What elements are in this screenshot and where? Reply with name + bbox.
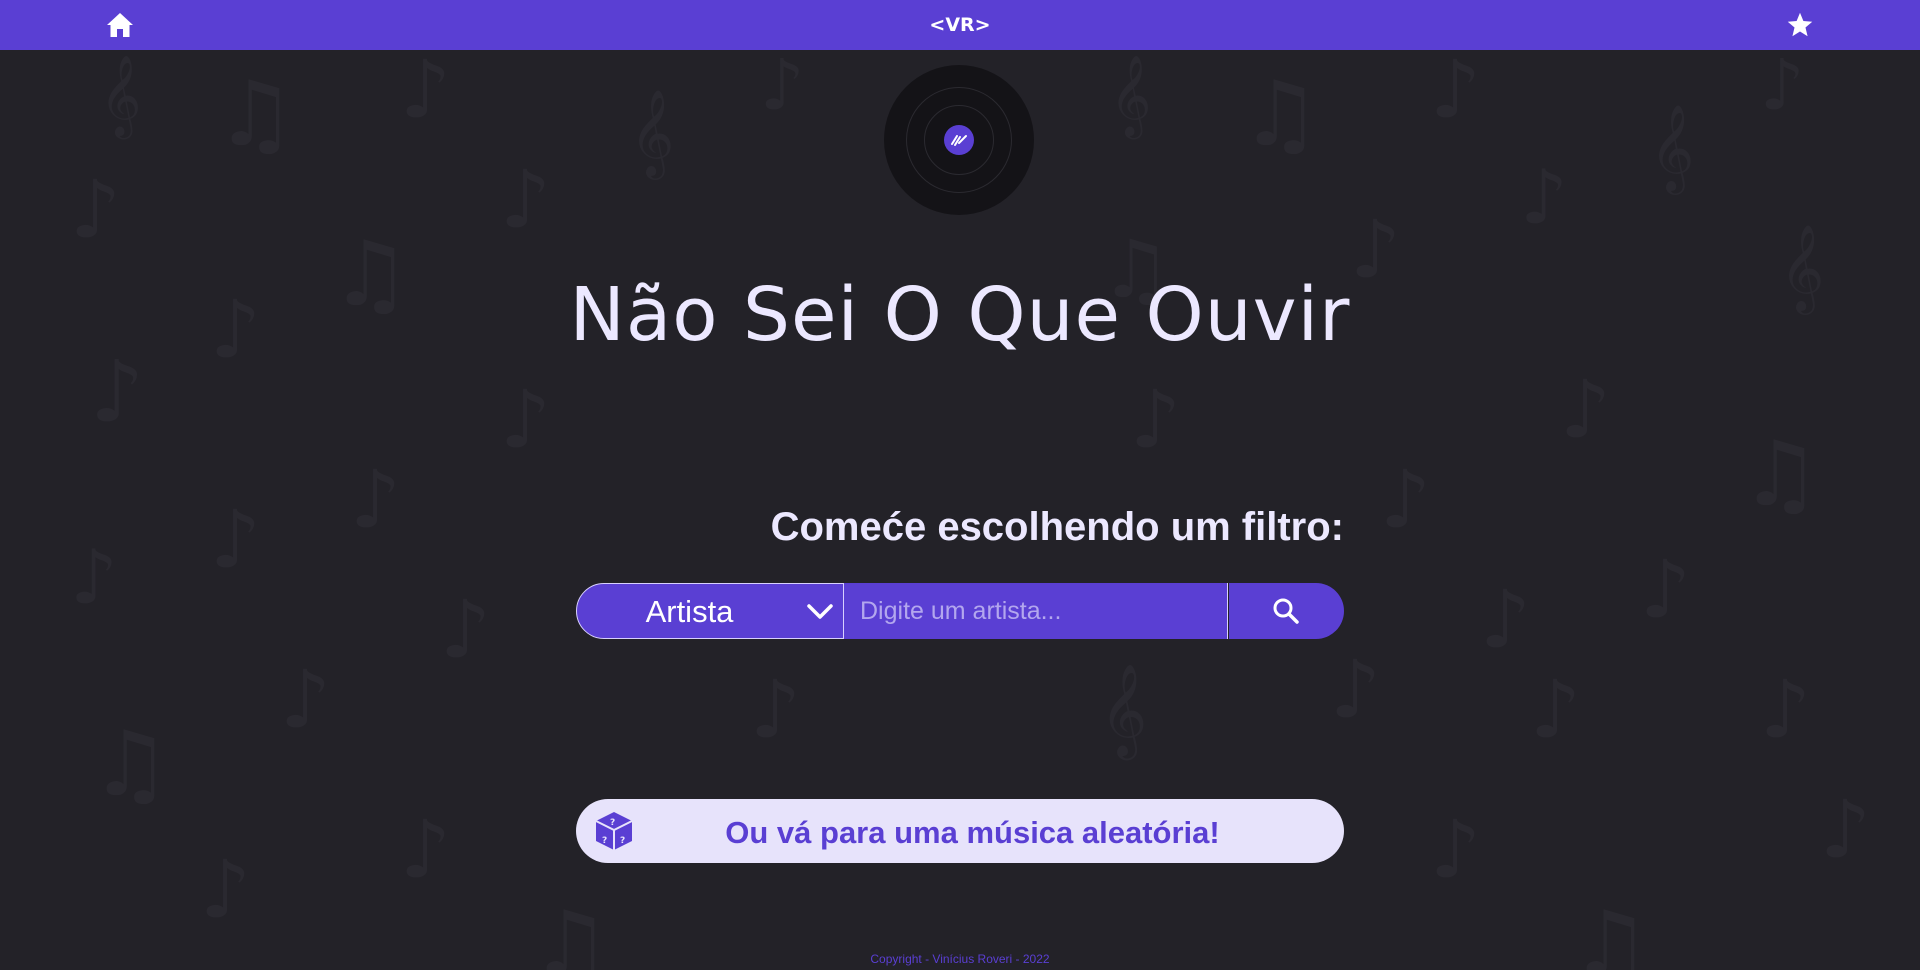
brand-logo-text[interactable]: <VR> <box>0 14 1920 36</box>
search-button[interactable] <box>1229 583 1344 639</box>
search-icon <box>1273 598 1299 624</box>
filter-selected-value: Artista <box>645 594 734 629</box>
star-icon[interactable] <box>1786 11 1814 39</box>
top-navigation-bar: <VR> <box>0 0 1920 50</box>
filter-dropdown[interactable]: Artista <box>576 583 844 639</box>
chevron-down-icon <box>807 604 833 619</box>
page-title: Não Sei O Que Ouvir <box>569 272 1351 358</box>
filter-prompt: Comeće escolhendo um filtro: <box>770 505 1344 549</box>
random-song-label: Ou vá para uma música aleatória! <box>725 815 1220 850</box>
footer-copyright: Copyright - Vinícius Roveri - 2022 <box>870 952 1050 966</box>
vinyl-record-icon <box>884 65 1034 215</box>
random-song-button[interactable]: ? ? ? Ou vá para uma música aleatória! <box>576 799 1344 863</box>
vinyl-label-icon <box>944 125 974 155</box>
search-input[interactable] <box>844 583 1228 639</box>
search-bar: Artista <box>576 583 1344 639</box>
